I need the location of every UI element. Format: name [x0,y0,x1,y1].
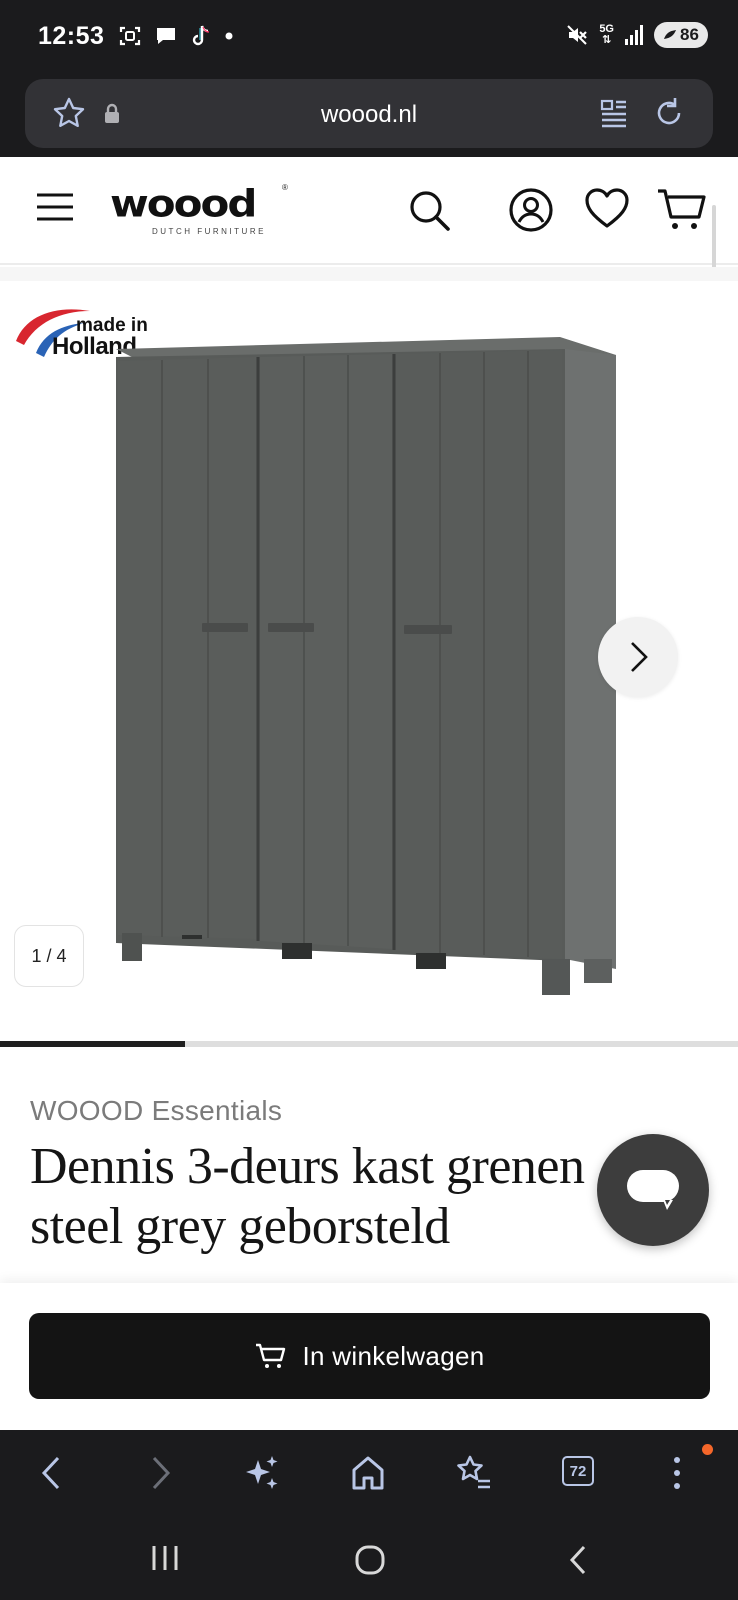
address-bar[interactable]: woood.nl [25,79,713,148]
chat-button[interactable] [597,1134,709,1246]
tabs-icon: 72 [562,1456,594,1486]
sticky-cart-bar: In winkelwagen [0,1283,738,1430]
tiktok-icon [192,25,210,46]
gallery-progress-bar [0,1041,738,1047]
status-time: 12:53 [38,22,105,50]
back-icon[interactable] [38,1454,66,1492]
image-counter: 1 / 4 [14,925,84,987]
logo-registered-mark: ® [282,183,288,192]
product-gallery[interactable]: made in Holland 1 / 4 [0,281,738,1021]
reader-mode-icon[interactable] [599,97,629,129]
more-icon[interactable] [670,1454,684,1492]
home-nav-icon[interactable] [354,1544,386,1576]
chevron-right-icon [631,642,648,672]
bookmarks-icon[interactable] [454,1454,492,1492]
add-to-cart-button[interactable]: In winkelwagen [29,1313,710,1399]
chat-icon [627,1170,679,1210]
reload-icon[interactable] [651,95,687,131]
next-image-button[interactable] [598,617,678,697]
site-logo[interactable]: woood DUTCH FURNITURE ® [110,181,288,236]
screenshot-icon [119,26,141,46]
recent-apps-icon[interactable] [150,1544,180,1572]
gallery-progress-fill [0,1041,185,1047]
chat-bubble-icon [157,28,175,44]
mute-icon [567,25,588,45]
notification-dot [702,1444,713,1455]
tabs-button[interactable]: 72 [562,1456,594,1486]
site-header: woood DUTCH FURNITURE ® [0,157,738,355]
network-5g-label: 5G ⇅ [599,23,614,46]
battery-level: 86 [680,25,699,44]
tab-count: 72 [569,1462,587,1480]
charging-icon [664,30,677,39]
status-notification-icons [118,24,234,48]
back-nav-icon[interactable] [566,1544,590,1576]
header-divider-strip [0,267,738,281]
forward-icon[interactable] [146,1454,174,1492]
status-system-icons: 5G ⇅ 86 [565,22,708,48]
cart-icon [255,1343,285,1368]
wardrobe-product-image[interactable] [110,309,620,999]
system-navigation-bar [0,1516,738,1600]
ai-sparkle-icon[interactable] [244,1454,280,1492]
cart-icon[interactable] [656,187,706,233]
account-icon[interactable] [508,187,554,233]
logo-subtitle: DUTCH FURNITURE [152,227,266,236]
dot-icon [225,32,233,40]
product-brand[interactable]: WOOOD Essentials [30,1095,282,1127]
battery-icon: 86 [654,22,708,48]
web-page: woood DUTCH FURNITURE ® made in Holland [0,157,738,1430]
status-bar: 12:53 5G ⇅ 86 [0,0,738,76]
wishlist-heart-icon[interactable] [584,187,630,229]
browser-toolbar: 72 [0,1430,738,1516]
network-label: 5G [599,23,614,35]
search-icon[interactable] [408,189,452,233]
signal-icon [625,25,643,45]
home-icon[interactable] [350,1454,386,1492]
menu-icon[interactable] [36,193,74,221]
add-to-cart-label: In winkelwagen [302,1340,485,1371]
logo-wordmark: woood [110,181,257,226]
